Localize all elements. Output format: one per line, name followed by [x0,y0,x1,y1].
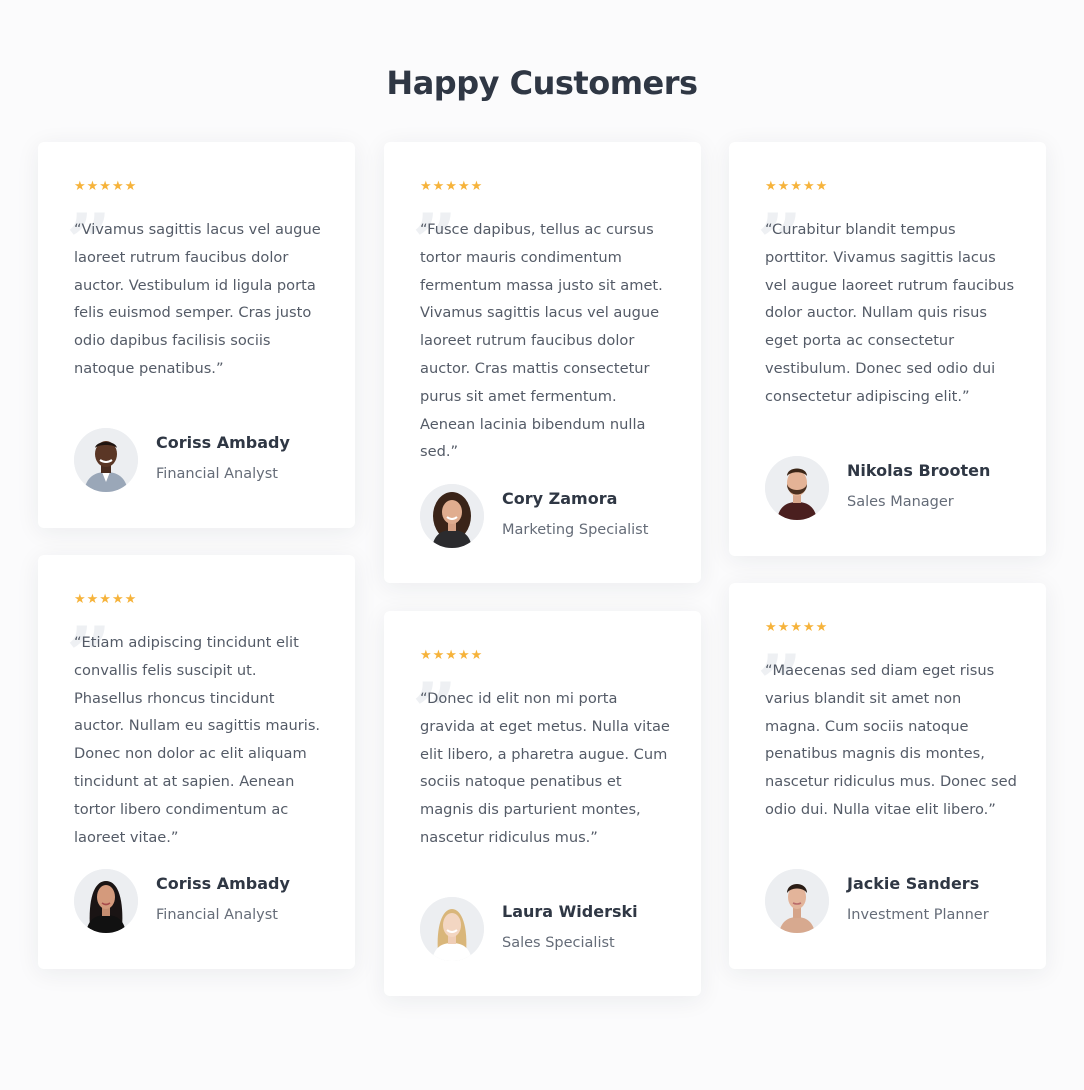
star-rating: ★★★★★ [74,592,138,607]
author-name: Cory Zamora [502,489,618,508]
testimonial-quote: “Vivamus sagittis lacus vel augue laoree… [74,221,321,377]
avatar-woman-curly-hair-icon [420,484,484,548]
avatar [74,428,138,492]
testimonial-author: Cory Zamora Marketing Specialist [420,484,680,548]
author-role: Investment Planner [847,907,989,923]
avatar-man-smiling-icon [74,428,138,492]
author-role: Financial Analyst [156,907,278,923]
testimonial-quote: “Maecenas sed diam eget risus varius bla… [765,662,1017,818]
author-name: Coriss Ambady [156,874,290,893]
avatar-woman-hair-bun-icon [765,869,829,933]
testimonial-author: Coriss Ambady Financial Analyst [74,869,334,933]
avatar-woman-dark-hair-icon [74,869,138,933]
author-name: Laura Widerski [502,902,638,921]
testimonial-card-cory-zamora: ★★★★★ ” “Fusce dapibus, tellus ac cursus… [384,142,701,583]
testimonial-author: Laura Widerski Sales Specialist [420,897,680,961]
star-rating: ★★★★★ [765,620,829,635]
testimonial-author: Jackie Sanders Investment Planner [765,869,1025,933]
author-role: Financial Analyst [156,466,278,482]
star-rating: ★★★★★ [765,179,829,194]
testimonial-author: Nikolas Brooten Sales Manager [765,456,1025,520]
author-name: Nikolas Brooten [847,461,991,480]
testimonial-quote: “Donec id elit non mi porta gravida at e… [420,690,670,846]
avatar [74,869,138,933]
testimonial-quote: “Curabitur blandit tempus porttitor. Viv… [765,221,1015,405]
testimonial-card-coriss-ambady: ★★★★★ ” “Vivamus sagittis lacus vel augu… [38,142,355,528]
section-title: Happy Customers [386,64,698,102]
author-name: Jackie Sanders [847,874,980,893]
avatar [420,897,484,961]
testimonial-quote: “Etiam adipiscing tincidunt elit convall… [74,634,321,846]
avatar-man-beard-icon [765,456,829,520]
avatar-woman-blonde-icon [420,897,484,961]
testimonial-author: Coriss Ambady Financial Analyst [74,428,334,492]
author-role: Sales Manager [847,494,954,510]
testimonial-card-coriss-ambady-2: ★★★★★ ” “Etiam adipiscing tincidunt elit… [38,555,355,969]
avatar [765,869,829,933]
testimonial-card-nikolas-brooten: ★★★★★ ” “Curabitur blandit tempus portti… [729,142,1046,556]
star-rating: ★★★★★ [74,179,138,194]
testimonial-quote: “Fusce dapibus, tellus ac cursus tortor … [420,221,663,461]
author-role: Sales Specialist [502,935,615,951]
star-rating: ★★★★★ [420,179,484,194]
testimonial-card-jackie-sanders: ★★★★★ ” “Maecenas sed diam eget risus va… [729,583,1046,969]
testimonial-card-laura-widerski: ★★★★★ ” “Donec id elit non mi porta grav… [384,611,701,996]
star-rating: ★★★★★ [420,648,484,663]
author-role: Marketing Specialist [502,522,649,538]
avatar [420,484,484,548]
author-name: Coriss Ambady [156,433,290,452]
avatar [765,456,829,520]
